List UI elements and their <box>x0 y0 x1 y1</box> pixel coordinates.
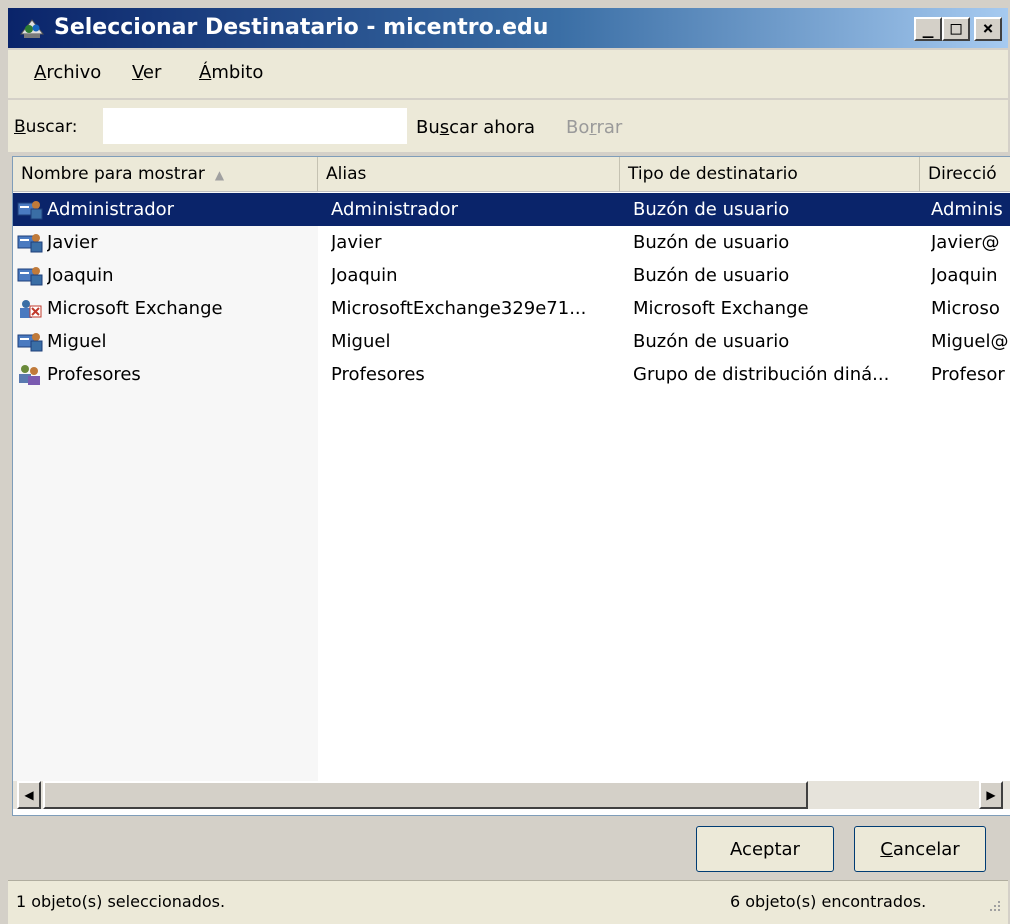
table-row[interactable]: Microsoft Exchange MicrosoftExchange329e7… <box>13 292 1010 325</box>
column-header-display-name-label: Nombre para mostrar <box>21 164 205 184</box>
row-cell-alias: Joaquin <box>331 265 398 286</box>
sort-ascending-icon: ▲ <box>214 168 225 182</box>
selected-count: 1 objeto(s) seleccionados. <box>16 892 226 911</box>
row-cell-name: Administrador <box>47 199 175 220</box>
menu-ver-label: er <box>142 62 162 83</box>
find-now-button[interactable]: Buscar ahora <box>416 117 535 138</box>
menu-bar: Archivo Ver Ámbito <box>8 50 1008 98</box>
table-row[interactable]: Joaquin Joaquin Buzón de usuario Joaquin <box>13 259 1010 292</box>
status-bar: 1 objeto(s) seleccionados. 6 objeto(s) e… <box>8 880 1008 924</box>
user-mailbox-icon <box>17 230 43 254</box>
row-cell-alias: MicrosoftExchange329e71... <box>331 298 587 319</box>
row-cell-address: Profesor <box>931 364 1005 385</box>
row-cell-name: Microsoft Exchange <box>47 298 223 319</box>
menu-archivo[interactable]: Archivo <box>34 62 101 83</box>
row-cell-address: Javier@ <box>931 232 1000 253</box>
list-header: Nombre para mostrar ▲ Alias Tipo de desti… <box>13 157 1010 192</box>
row-cell-alias: Profesores <box>331 364 425 385</box>
user-mailbox-icon <box>17 329 43 353</box>
search-label: Buscar: <box>14 117 78 137</box>
find-now-mnemonic: s <box>439 117 450 138</box>
scroll-left-button[interactable]: ◀ <box>17 781 41 809</box>
row-cell-type: Microsoft Exchange <box>633 298 809 319</box>
table-row[interactable]: Profesores Profesores Grupo de distribució… <box>13 358 1010 391</box>
row-cell-name: Profesores <box>47 364 141 385</box>
row-cell-address: Adminis <box>931 199 1003 220</box>
cancel-label: ancelar <box>892 838 960 860</box>
row-cell-type: Buzón de usuario <box>633 199 790 220</box>
clear-text-b: rar <box>596 117 623 138</box>
row-cell-alias: Javier <box>331 232 382 253</box>
clear-button[interactable]: Borrar <box>566 117 622 138</box>
search-label-text: uscar: <box>25 117 78 137</box>
recipients-list[interactable]: Nombre para mostrar ▲ Alias Tipo de desti… <box>12 156 1010 816</box>
search-input[interactable] <box>103 108 407 144</box>
menu-ver[interactable]: Ver <box>132 62 161 83</box>
menu-ver-mnemonic: V <box>132 62 143 83</box>
maximize-button[interactable]: □ <box>942 17 970 41</box>
row-cell-name: Javier <box>47 232 98 253</box>
row-cell-type: Buzón de usuario <box>633 331 790 352</box>
column-header-alias[interactable]: Alias <box>318 157 620 191</box>
minimize-button[interactable]: _ <box>914 17 942 41</box>
window-title: Seleccionar Destinatario - micentro.edu <box>54 15 549 40</box>
column-header-address[interactable]: Direcció <box>920 157 1010 191</box>
row-cell-name: Miguel <box>47 331 107 352</box>
row-cell-address: Microso <box>931 298 1000 319</box>
row-cell-address: Miguel@ <box>931 331 1009 352</box>
scroll-thumb[interactable] <box>43 781 808 809</box>
dialog-buttons: Aceptar Cancelar <box>8 818 1008 878</box>
user-mailbox-icon <box>17 263 43 287</box>
search-bar: Buscar: Buscar ahora Borrar <box>8 100 1008 152</box>
row-cell-address: Joaquin <box>931 265 998 286</box>
row-cell-name: Joaquin <box>47 265 114 286</box>
column-header-recipient-type[interactable]: Tipo de destinatario <box>620 157 920 191</box>
cancel-mnemonic: C <box>880 838 893 860</box>
resize-grip-icon[interactable] <box>986 897 1002 913</box>
find-now-text-b: car ahora <box>449 117 536 138</box>
row-cell-type: Buzón de usuario <box>633 265 790 286</box>
title-bar[interactable]: Seleccionar Destinatario - micentro.edu … <box>8 8 1008 48</box>
scroll-right-button[interactable]: ▶ <box>979 781 1003 809</box>
column-header-display-name[interactable]: Nombre para mostrar ▲ <box>13 157 318 191</box>
menu-archivo-mnemonic: A <box>34 62 47 83</box>
table-row[interactable]: Administrador Administrador Buzón de usuar… <box>13 193 1010 226</box>
search-label-mnemonic: B <box>14 117 26 137</box>
close-button[interactable]: × <box>974 17 1002 41</box>
row-cell-type: Grupo de distribución diná... <box>633 364 890 385</box>
horizontal-scrollbar[interactable]: ◀ ▶ <box>13 781 1010 809</box>
cancel-button[interactable]: Cancelar <box>854 826 986 872</box>
found-count: 6 objeto(s) encontrados. <box>730 892 927 911</box>
menu-archivo-label: rchivo <box>46 62 102 83</box>
find-now-text-a: Bu <box>416 117 440 138</box>
ok-button[interactable]: Aceptar <box>696 826 834 872</box>
group-icon <box>17 362 43 386</box>
address-book-icon <box>19 19 45 38</box>
row-cell-alias: Administrador <box>331 199 459 220</box>
table-row[interactable]: Miguel Miguel Buzón de usuario Miguel@ <box>13 325 1010 358</box>
menu-ambito-label: mbito <box>211 62 264 83</box>
table-row[interactable]: Javier Javier Buzón de usuario Javier@ <box>13 226 1010 259</box>
row-cell-alias: Miguel <box>331 331 391 352</box>
menu-ambito[interactable]: Ámbito <box>199 62 263 83</box>
row-cell-type: Buzón de usuario <box>633 232 790 253</box>
select-recipient-dialog: Seleccionar Destinatario - micentro.edu … <box>0 0 1010 924</box>
exchange-system-icon <box>17 296 43 320</box>
user-mailbox-icon <box>17 197 43 221</box>
menu-ambito-mnemonic: Á <box>199 62 212 83</box>
clear-text-a: Bo <box>566 117 590 138</box>
